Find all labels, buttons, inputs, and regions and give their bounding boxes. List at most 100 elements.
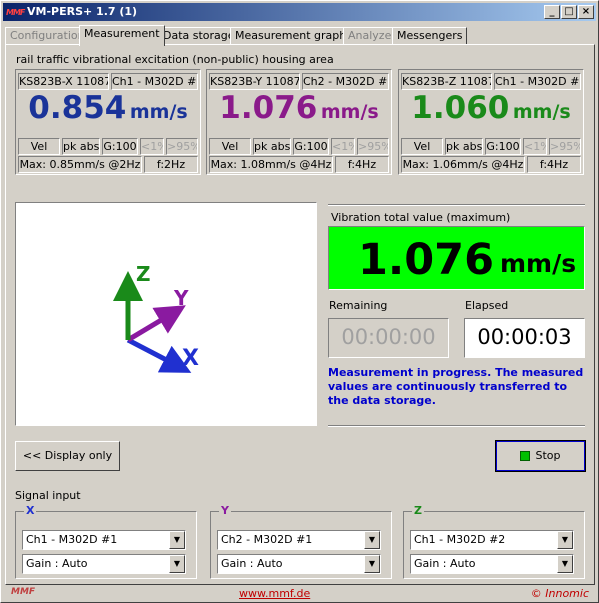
sensor-unit: mm/s bbox=[512, 101, 571, 123]
underrange-indicator: <1% bbox=[331, 138, 355, 155]
mode-indicator: Vel bbox=[401, 138, 443, 155]
window-title: VM-PERS+ 1.7 (1) bbox=[27, 5, 138, 18]
dropdown-arrow-icon[interactable]: ▼ bbox=[169, 531, 185, 549]
overrange-indicator: >95% bbox=[549, 138, 581, 155]
remaining-label: Remaining bbox=[329, 299, 388, 312]
underrange-indicator: <1% bbox=[140, 138, 164, 155]
close-button[interactable]: × bbox=[578, 5, 594, 19]
z-axis-label: Z bbox=[136, 262, 151, 286]
status-message: Measurement in progress. The measured va… bbox=[328, 366, 584, 407]
sensor-channel: Ch1 - M302D #1 bbox=[111, 73, 198, 90]
tab-configuration[interactable]: Configuration bbox=[5, 27, 90, 45]
divider bbox=[328, 425, 585, 427]
sensor-value-display: 1.060 mm/s bbox=[399, 90, 583, 126]
axis-orientation-view: X Y Z bbox=[15, 202, 317, 426]
gain-select-value: Gain : Auto bbox=[26, 557, 88, 570]
signal-group-z: Z Ch1 - M302D #2 ▼ Gain : Auto ▼ bbox=[403, 504, 585, 579]
gain-select-value: Gain : Auto bbox=[221, 557, 283, 570]
channel-select-value: Ch2 - M302D #1 bbox=[221, 533, 313, 546]
channel-select-x[interactable]: Ch1 - M302D #1 ▼ bbox=[22, 530, 186, 550]
tab-measurement[interactable]: Measurement bbox=[79, 25, 165, 46]
total-value-display: 1.076 mm/s bbox=[328, 226, 585, 290]
group-label-x: X bbox=[24, 504, 37, 517]
website-link[interactable]: www.mmf.de bbox=[239, 587, 310, 600]
measurement-caption: rail traffic vibrational excitation (non… bbox=[16, 53, 334, 66]
channel-select-value: Ch1 - M302D #1 bbox=[26, 533, 118, 546]
signal-group-x: X Ch1 - M302D #1 ▼ Gain : Auto ▼ bbox=[15, 504, 197, 579]
max-value: Max: 0.85mm/s @2Hz bbox=[18, 156, 142, 173]
sensor-panel-x: KS823B-X 11087 Ch1 - M302D #1 0.854 mm/s… bbox=[15, 69, 201, 175]
app-window: MMF VM-PERS+ 1.7 (1) _ □ × Configuration… bbox=[0, 0, 599, 603]
total-value: 1.076 bbox=[357, 235, 494, 285]
remaining-time: 00:00:00 bbox=[328, 318, 449, 358]
max-value: Max: 1.08mm/s @4Hz bbox=[209, 156, 333, 173]
dropdown-arrow-icon[interactable]: ▼ bbox=[557, 531, 573, 549]
overrange-indicator: >95% bbox=[166, 138, 198, 155]
overrange-indicator: >95% bbox=[357, 138, 389, 155]
divider bbox=[328, 204, 585, 206]
mmf-logo-icon: MMF bbox=[11, 587, 36, 597]
group-label-z: Z bbox=[412, 504, 424, 517]
tab-messengers[interactable]: Messengers bbox=[392, 27, 468, 45]
sensor-panel-z: KS823B-Z 11087 Ch1 - M302D #2 1.060 mm/s… bbox=[398, 69, 584, 175]
gain-select-y[interactable]: Gain : Auto ▼ bbox=[217, 554, 381, 574]
peak-indicator: pk abs bbox=[445, 138, 483, 155]
peak-indicator: pk abs bbox=[62, 138, 100, 155]
footer: MMF www.mmf.de © Innomic bbox=[5, 587, 595, 601]
frequency-value: f:4Hz bbox=[527, 156, 581, 173]
minimize-button[interactable]: _ bbox=[544, 5, 560, 19]
peak-indicator: pk abs bbox=[253, 138, 291, 155]
sensor-channel: Ch2 - M302D #1 bbox=[302, 73, 389, 90]
sensor-panel-y: KS823B-Y 11087 Ch2 - M302D #1 1.076 mm/s… bbox=[206, 69, 392, 175]
total-value-label: Vibration total value (maximum) bbox=[331, 211, 511, 224]
gain-indicator: G:100 bbox=[293, 138, 329, 155]
sensor-name: KS823B-Z 11087 bbox=[401, 73, 492, 90]
frequency-value: f:4Hz bbox=[335, 156, 389, 173]
gain-indicator: G:100 bbox=[102, 138, 138, 155]
title-bar[interactable]: MMF VM-PERS+ 1.7 (1) _ □ × bbox=[3, 3, 596, 21]
stop-button-label: Stop bbox=[535, 449, 561, 462]
stop-button[interactable]: Stop bbox=[495, 440, 586, 472]
dropdown-arrow-icon[interactable]: ▼ bbox=[169, 555, 185, 573]
group-label-y: Y bbox=[219, 504, 231, 517]
sensor-name: KS823B-X 11087 bbox=[18, 73, 109, 90]
maximize-button[interactable]: □ bbox=[561, 5, 577, 19]
elapsed-time: 00:00:03 bbox=[464, 318, 585, 358]
sensor-value-display: 0.854 mm/s bbox=[16, 90, 200, 126]
sensor-value-display: 1.076 mm/s bbox=[207, 90, 391, 126]
channel-select-value: Ch1 - M302D #2 bbox=[414, 533, 506, 546]
mode-indicator: Vel bbox=[209, 138, 251, 155]
sensor-name: KS823B-Y 11087 bbox=[209, 73, 300, 90]
tab-analyze[interactable]: Analyze bbox=[343, 27, 397, 45]
frequency-value: f:2Hz bbox=[144, 156, 198, 173]
mode-indicator: Vel bbox=[18, 138, 60, 155]
tab-measurement-graphic[interactable]: Measurement graphic bbox=[230, 27, 361, 45]
gain-indicator: G:100 bbox=[485, 138, 521, 155]
gain-select-z[interactable]: Gain : Auto ▼ bbox=[410, 554, 574, 574]
xyz-axes-icon: X Y Z bbox=[113, 262, 199, 373]
gain-select-x[interactable]: Gain : Auto ▼ bbox=[22, 554, 186, 574]
x-axis-label: X bbox=[182, 346, 199, 371]
dropdown-arrow-icon[interactable]: ▼ bbox=[364, 555, 380, 573]
signal-input-title: Signal input bbox=[15, 489, 81, 502]
dropdown-arrow-icon[interactable]: ▼ bbox=[557, 555, 573, 573]
channel-select-z[interactable]: Ch1 - M302D #2 ▼ bbox=[410, 530, 574, 550]
total-unit: mm/s bbox=[500, 249, 577, 278]
app-logo-icon: MMF bbox=[6, 8, 25, 17]
dropdown-arrow-icon[interactable]: ▼ bbox=[364, 531, 380, 549]
signal-group-y: Y Ch2 - M302D #1 ▼ Gain : Auto ▼ bbox=[210, 504, 392, 579]
elapsed-label: Elapsed bbox=[465, 299, 509, 312]
sensor-value: 1.060 bbox=[411, 90, 510, 126]
sensor-unit: mm/s bbox=[320, 101, 379, 123]
gain-select-value: Gain : Auto bbox=[414, 557, 476, 570]
channel-select-y[interactable]: Ch2 - M302D #1 ▼ bbox=[217, 530, 381, 550]
sensor-unit: mm/s bbox=[129, 101, 188, 123]
tab-data-storage[interactable]: Data storage bbox=[158, 27, 240, 45]
sensor-channel: Ch1 - M302D #2 bbox=[494, 73, 581, 90]
y-axis-label: Y bbox=[173, 286, 189, 310]
underrange-indicator: <1% bbox=[523, 138, 547, 155]
display-only-button[interactable]: << Display only bbox=[15, 441, 120, 471]
running-indicator-icon bbox=[520, 451, 531, 461]
copyright-text: © Innomic bbox=[530, 587, 589, 600]
sensor-value: 1.076 bbox=[219, 90, 318, 126]
